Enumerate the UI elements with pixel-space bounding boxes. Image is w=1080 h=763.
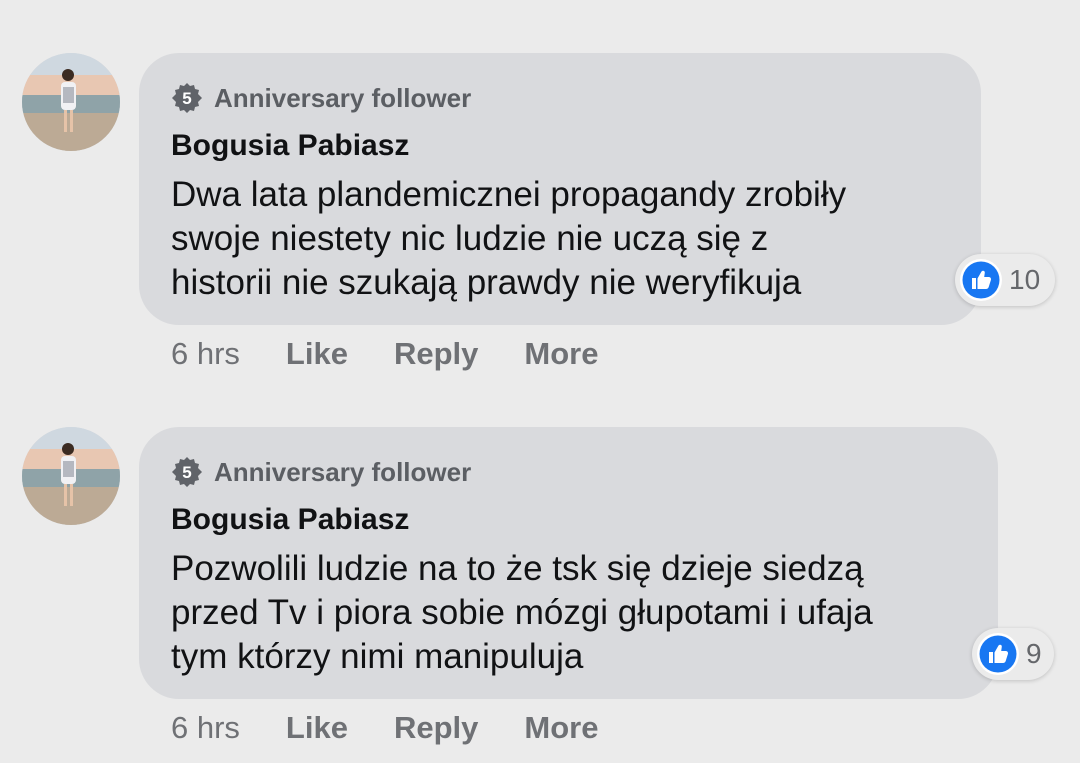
avatar[interactable]	[22, 53, 120, 151]
like-button[interactable]: Like	[286, 710, 348, 746]
more-button[interactable]: More	[524, 710, 598, 746]
timestamp[interactable]: 6 hrs	[171, 710, 240, 746]
comment-bubble[interactable]: 5 Anniversary follower Bogusia Pabiasz D…	[139, 53, 981, 325]
reply-button[interactable]: Reply	[394, 710, 478, 746]
badge-number: 5	[182, 89, 191, 108]
anniversary-badge-icon: 5	[171, 82, 203, 114]
thumbs-up-icon	[959, 258, 1003, 302]
thumbs-up-icon	[976, 632, 1020, 676]
reaction-count: 10	[1009, 264, 1041, 295]
reaction-summary[interactable]: 9	[972, 628, 1054, 680]
reply-button[interactable]: Reply	[394, 336, 478, 372]
comment-text: Pozwolili ludzie na to że tsk się dzieje…	[171, 549, 873, 676]
more-button[interactable]: More	[524, 336, 598, 372]
avatar[interactable]	[22, 427, 120, 525]
comment-actions: 6 hrs Like Reply More	[171, 334, 644, 374]
badge-row: 5 Anniversary follower	[171, 453, 966, 491]
comment-bubble[interactable]: 5 Anniversary follower Bogusia Pabiasz P…	[139, 427, 998, 699]
comment-actions: 6 hrs Like Reply More	[171, 708, 644, 748]
comment-text: Dwa lata plandemicznei propagandy zrobił…	[171, 175, 847, 302]
reaction-count: 9	[1026, 638, 1042, 669]
badge-number: 5	[182, 463, 191, 482]
author-name[interactable]: Bogusia Pabiasz	[171, 503, 966, 537]
badge-row: 5 Anniversary follower	[171, 79, 949, 117]
author-name[interactable]: Bogusia Pabiasz	[171, 129, 949, 163]
badge-label: Anniversary follower	[214, 82, 472, 113]
like-button[interactable]: Like	[286, 336, 348, 372]
reaction-summary[interactable]: 10	[955, 254, 1055, 306]
anniversary-badge-icon: 5	[171, 456, 203, 488]
timestamp[interactable]: 6 hrs	[171, 336, 240, 372]
badge-label: Anniversary follower	[214, 456, 472, 487]
